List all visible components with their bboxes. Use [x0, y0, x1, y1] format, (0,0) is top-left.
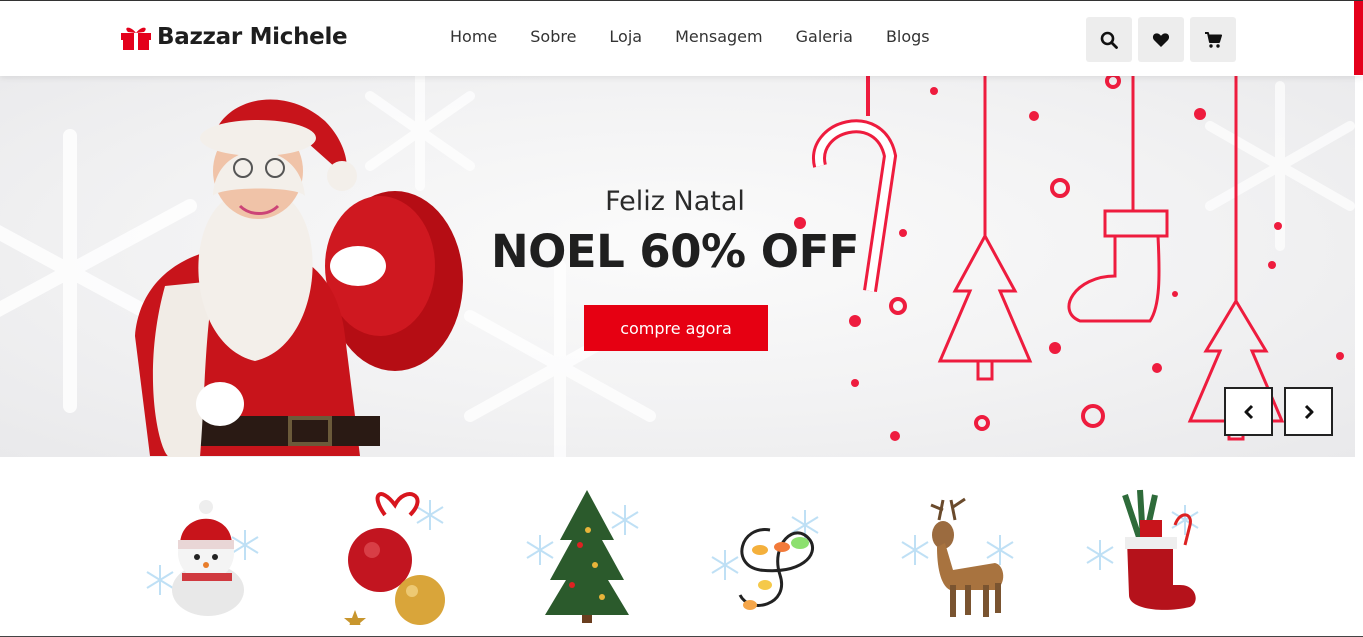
chevron-left-icon	[1244, 404, 1253, 419]
heart-icon	[1152, 32, 1170, 47]
hanging-tree-ornament	[937, 76, 1033, 381]
gift-icon	[121, 27, 151, 50]
category-christmas-boot[interactable]	[1085, 485, 1215, 625]
nav-item-mensagem[interactable]: Mensagem	[675, 27, 763, 46]
main-nav: Home Sobre Loja Mensagem Galeria Blogs	[450, 27, 930, 46]
wishlist-button[interactable]	[1138, 17, 1184, 62]
nav-item-loja[interactable]: Loja	[609, 27, 642, 46]
hanging-tree-ornament-2	[1187, 76, 1285, 441]
slider-next-button[interactable]	[1284, 387, 1333, 436]
hero-banner: Feliz Natal NOEL 60% OFF compre agora	[0, 76, 1355, 457]
ornament-balls-icon	[344, 492, 445, 625]
cart-button[interactable]	[1190, 17, 1236, 62]
shop-now-button[interactable]: compre agora	[584, 305, 768, 351]
site-header: Bazzar Michele Home Sobre Loja Mensagem …	[0, 0, 1363, 76]
nav-item-galeria[interactable]: Galeria	[796, 27, 853, 46]
brand-logo[interactable]: Bazzar Michele	[120, 23, 348, 51]
chevron-right-icon	[1304, 404, 1313, 419]
header-actions	[1086, 17, 1236, 62]
category-reindeer[interactable]	[895, 485, 1025, 625]
hero-subtitle: Feliz Natal	[605, 186, 745, 217]
category-strip	[0, 457, 1363, 637]
nav-item-blogs[interactable]: Blogs	[886, 27, 930, 46]
santa-claus-image	[135, 99, 463, 457]
snowflake-icon	[365, 76, 475, 191]
search-icon	[1100, 31, 1118, 49]
christmas-boot-icon	[1086, 489, 1199, 610]
hanging-stocking-ornament	[1067, 76, 1169, 323]
brand-name: Bazzar Michele	[157, 24, 348, 50]
snowflake-icon	[464, 260, 656, 457]
string-lights-icon	[711, 510, 819, 610]
reindeer-icon	[901, 497, 1014, 617]
hero-text-block: Feliz Natal NOEL 60% OFF	[400, 186, 950, 278]
category-christmas-tree[interactable]	[520, 485, 650, 625]
category-string-lights[interactable]	[710, 485, 840, 625]
category-ornament-balls[interactable]	[330, 485, 460, 625]
hero-title: NOEL 60% OFF	[490, 225, 860, 278]
cart-icon	[1205, 31, 1222, 48]
category-snowman[interactable]	[140, 485, 270, 625]
search-button[interactable]	[1086, 17, 1132, 62]
snowman-icon	[146, 500, 259, 616]
nav-item-sobre[interactable]: Sobre	[530, 27, 576, 46]
snowflake-icon	[1205, 81, 1355, 251]
nav-item-home[interactable]: Home	[450, 27, 497, 46]
christmas-tree-icon	[526, 490, 639, 623]
slider-prev-button[interactable]	[1224, 387, 1273, 436]
header-accent-bar	[1354, 1, 1363, 75]
